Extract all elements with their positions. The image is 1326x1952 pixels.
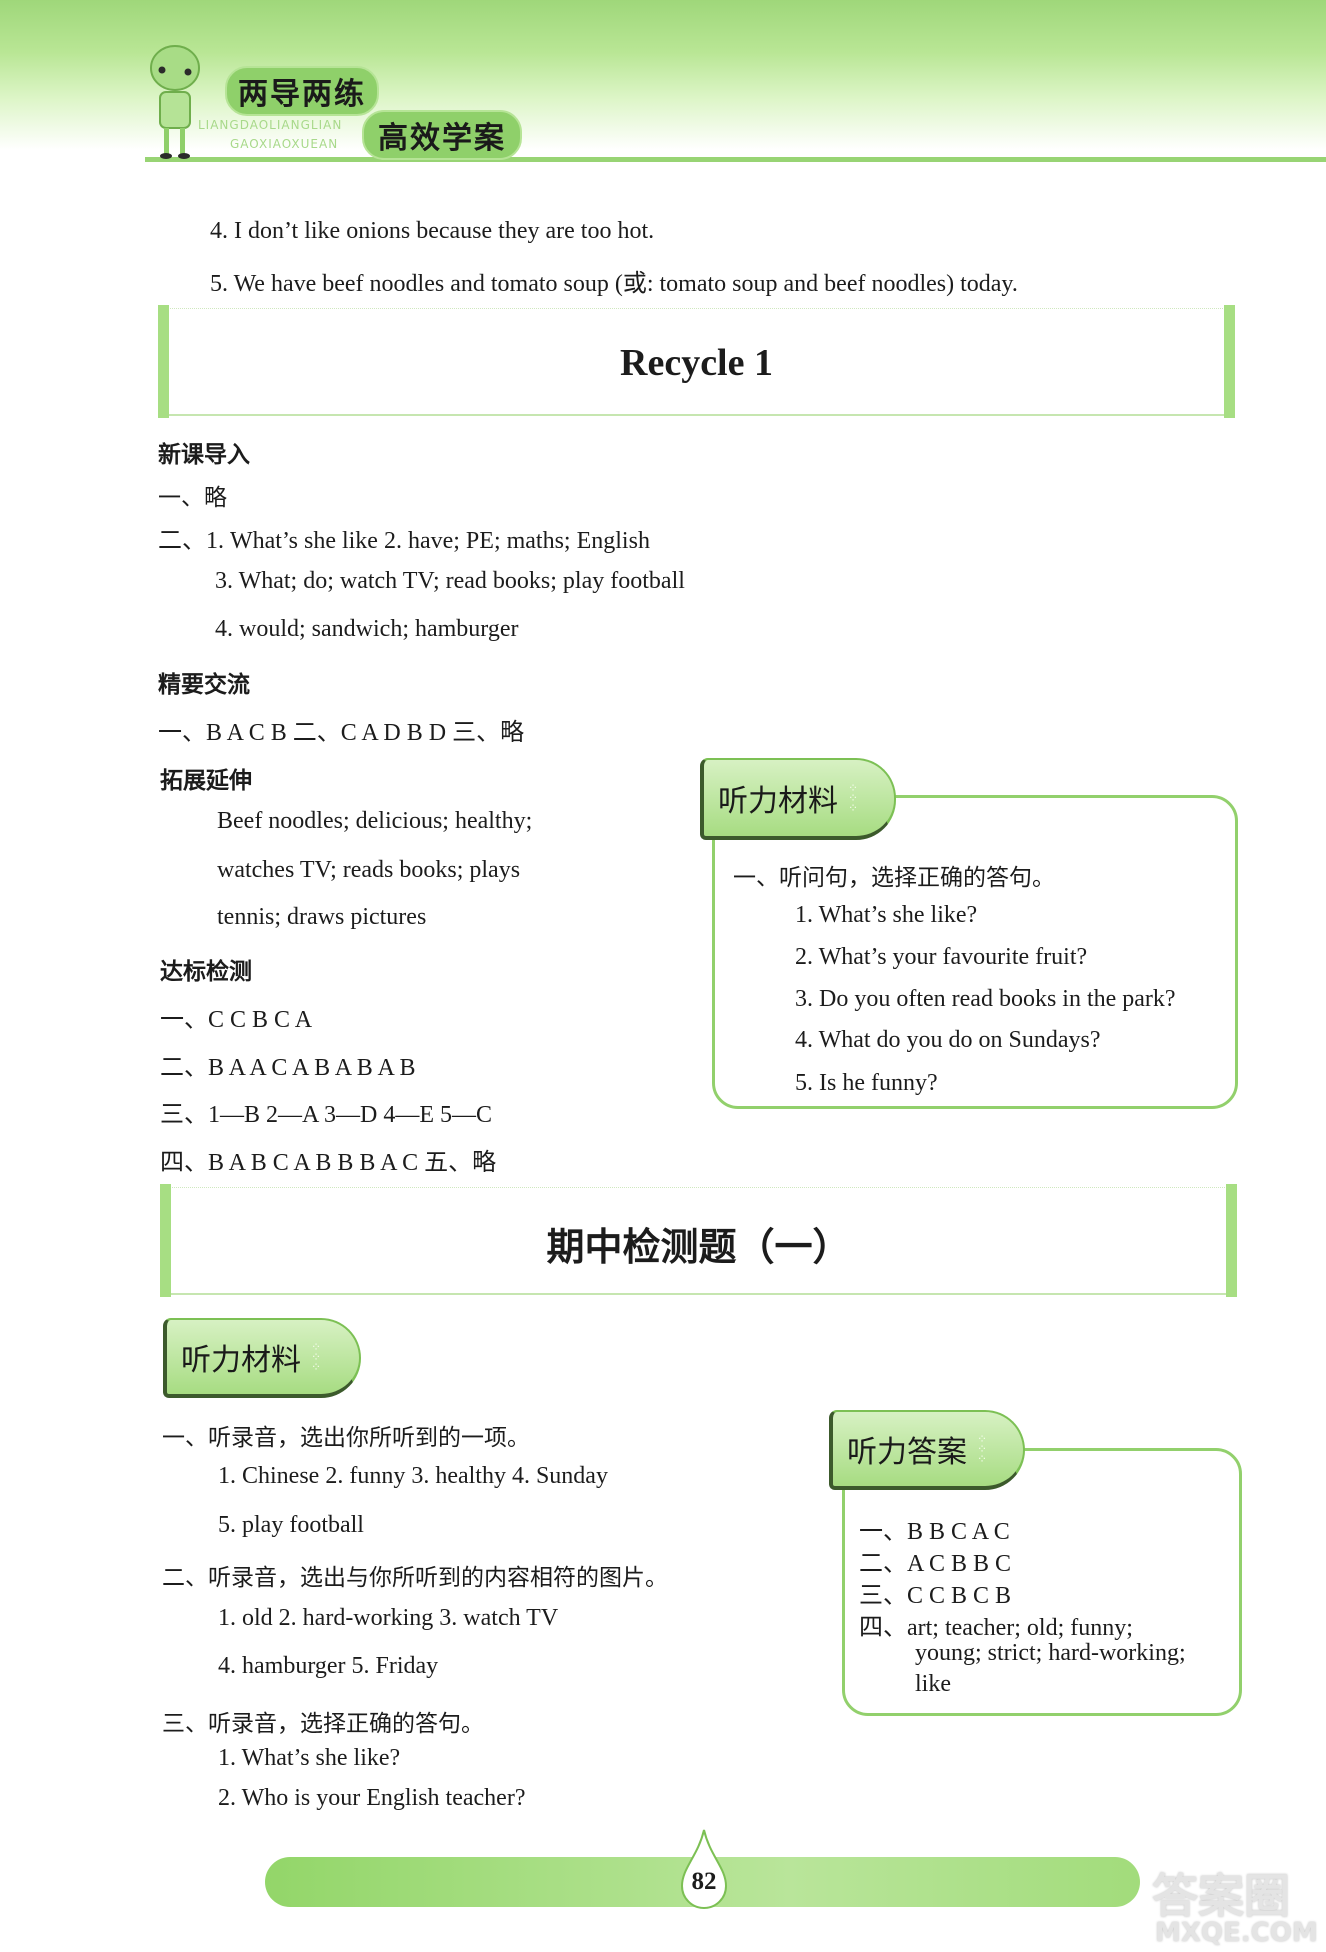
header-divider xyxy=(145,157,1326,162)
answer-line: 1. old 2. hard-working 3. watch TV xyxy=(218,1605,559,1631)
answer-line: 二、B A A C A B A B A B xyxy=(160,1055,416,1081)
answer-line: 二、A C B B C xyxy=(859,1551,1012,1577)
heading-dabiao: 达标检测 xyxy=(160,959,252,985)
watermark-url: MXQE.COM xyxy=(1155,1918,1318,1948)
answer-line: 三、1—B 2—A 3—D 4—E 5—C xyxy=(160,1102,493,1128)
listening-answers-tab: 听力答案 ⁘ ⁘ ⁘ xyxy=(829,1410,1025,1490)
listening-item: 1. What’s she like? xyxy=(795,902,978,928)
answer-line: tennis; draws pictures xyxy=(217,904,427,930)
section-instruction: 三、听录音，选择正确的答句。 xyxy=(162,1711,484,1737)
section-title-box: Recycle 1 xyxy=(158,305,1235,418)
listening-material-box: 一、听问句，选择正确的答句。 1. What’s she like? 2. Wh… xyxy=(712,795,1238,1109)
answer-line: 二、1. What’s she like 2. have; PE; maths;… xyxy=(158,528,650,554)
dots-icon: ⁘ ⁘ ⁘ xyxy=(311,1340,323,1374)
answer-line: 四、B A B C A B B B A C 五、略 xyxy=(160,1150,497,1176)
heading-jingyao: 精要交流 xyxy=(158,672,250,698)
answer-line: watches TV; reads books; plays xyxy=(217,857,521,883)
section-title-box: 期中检测题（一） xyxy=(160,1184,1237,1297)
listening-item: 5. Is he funny? xyxy=(795,1070,938,1096)
answer-line: 4. I don’t like onions because they are … xyxy=(210,218,655,244)
logo-pinyin-2: GAOXIAOXUEAN xyxy=(230,137,339,151)
answer-line: 三、C C B C B xyxy=(859,1583,1012,1609)
heading-tuozhan: 拓展延伸 xyxy=(160,768,252,794)
answer-line: 3. What; do; watch TV; read books; play … xyxy=(215,568,685,594)
logo-pinyin-1: LIANGDAOLIANGLIAN xyxy=(198,118,343,132)
tab-label: 听力答案 xyxy=(847,1435,967,1470)
section-title: Recycle 1 xyxy=(620,342,773,384)
answer-line: Beef noodles; delicious; healthy; xyxy=(217,808,533,834)
logo-title-2: 高效学案 xyxy=(362,110,522,160)
listening-item: 3. Do you often read books in the park? xyxy=(795,986,1176,1012)
page-number: 82 xyxy=(691,1868,717,1895)
heading-xinke: 新课导入 xyxy=(158,442,250,468)
answer-line: 一、B B C A C xyxy=(859,1519,1010,1545)
section-title: 期中检测题（一） xyxy=(546,1225,851,1269)
answer-line: 5. play football xyxy=(218,1512,364,1538)
mascot-icon xyxy=(150,45,200,159)
logo-title-1: 两导两练 xyxy=(225,66,379,116)
section-instruction: 一、听录音，选出你所听到的一项。 xyxy=(162,1425,530,1451)
answer-line: 5. We have beef noodles and tomato soup … xyxy=(210,271,1018,297)
section-instruction: 二、听录音，选出与你所听到的内容相符的图片。 xyxy=(162,1565,668,1591)
answer-line: young; strict; hard-working; xyxy=(915,1640,1186,1666)
listening-item: 4. What do you do on Sundays? xyxy=(795,1027,1101,1053)
answer-line: 1. Chinese 2. funny 3. healthy 4. Sunday xyxy=(218,1463,608,1489)
answer-line: 2. Who is your English teacher? xyxy=(218,1785,526,1811)
listening-item: 2. What’s your favourite fruit? xyxy=(795,944,1088,970)
listening-material-tab: 听力材料 ⁘ ⁘ ⁘ xyxy=(163,1318,361,1398)
answer-line: 四、art; teacher; old; funny; xyxy=(859,1615,1133,1641)
answer-line: 4. hamburger 5. Friday xyxy=(218,1653,439,1679)
answer-line: like xyxy=(915,1671,951,1697)
watermark-logo: 答案圈 xyxy=(1152,1869,1290,1923)
listening-instruction: 一、听问句，选择正确的答句。 xyxy=(733,865,1055,891)
listening-material-tab: 听力材料 ⁘ ⁘ ⁘ xyxy=(700,758,896,840)
dots-icon: ⁘ ⁘ ⁘ xyxy=(977,1432,989,1466)
answer-line: 一、C C B C A xyxy=(160,1007,313,1033)
answer-line: 1. What’s she like? xyxy=(218,1745,401,1771)
dots-icon: ⁘ ⁘ ⁘ xyxy=(848,781,860,815)
answer-line: 一、B A C B 二、C A D B D 三、略 xyxy=(158,720,525,746)
tab-label: 听力材料 xyxy=(718,784,838,819)
tab-label: 听力材料 xyxy=(181,1343,301,1378)
answer-line: 一、略 xyxy=(158,485,227,511)
answer-line: 4. would; sandwich; hamburger xyxy=(215,616,519,642)
